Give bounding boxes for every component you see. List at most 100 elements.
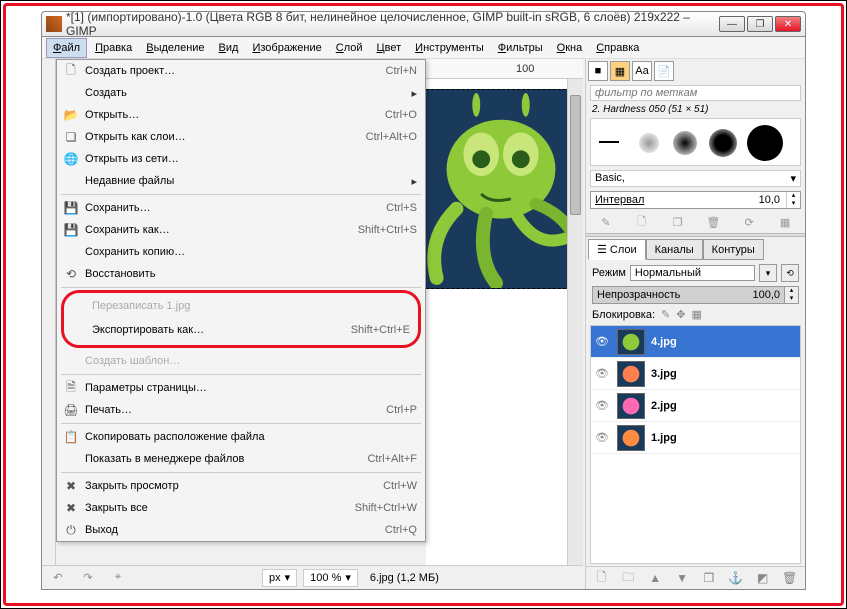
menu-copy-path[interactable]: 📋Скопировать расположение файла bbox=[57, 426, 425, 448]
duplicate-layer-icon[interactable]: ❐ bbox=[700, 570, 718, 586]
pointer-icon[interactable]: ⌖ bbox=[106, 569, 130, 587]
brush-group-select[interactable]: Basic,▾ bbox=[590, 170, 801, 187]
menu-overwrite[interactable]: Перезаписать 1.jpg bbox=[64, 295, 418, 317]
opacity-slider[interactable]: Непрозрачность 100,0 ▴▾ bbox=[592, 286, 799, 304]
app-logo-icon bbox=[46, 16, 62, 32]
layer-thumbnail bbox=[617, 425, 645, 451]
menu-filters[interactable]: Фильтры bbox=[492, 39, 549, 57]
menu-print[interactable]: 🖨Печать…Ctrl+P bbox=[57, 399, 425, 421]
file-menu-dropdown: 🗋Создать проект…Ctrl+N Создать▸ 📂Открыть… bbox=[56, 59, 426, 542]
power-icon: ⏻ bbox=[61, 522, 81, 538]
layer-thumbnail bbox=[617, 393, 645, 419]
undo-history-icon[interactable]: ↶ bbox=[46, 569, 70, 587]
menu-help[interactable]: Справка bbox=[590, 39, 645, 57]
layer-item[interactable]: 👁 4.jpg bbox=[591, 326, 800, 358]
mode-dropdown-button[interactable]: ▾ bbox=[759, 264, 777, 282]
ruler-horizontal: 100 200 bbox=[426, 59, 583, 79]
font-tab-icon[interactable]: Aa bbox=[632, 61, 652, 81]
delete-brush-icon[interactable]: 🗑 bbox=[703, 213, 723, 231]
layer-item[interactable]: 👁 2.jpg bbox=[591, 390, 800, 422]
menu-file[interactable]: Файл bbox=[46, 38, 87, 58]
duplicate-brush-icon[interactable]: ❐ bbox=[668, 213, 688, 231]
close-button[interactable]: ✕ bbox=[775, 16, 801, 32]
tab-layers[interactable]: ☰Слои bbox=[588, 239, 646, 260]
mode-select[interactable]: Нормальный bbox=[630, 265, 755, 281]
brush-preview[interactable] bbox=[590, 118, 801, 166]
menu-close-view[interactable]: ✖Закрыть просмотрCtrl+W bbox=[57, 475, 425, 497]
visibility-icon[interactable]: 👁 bbox=[595, 399, 611, 412]
layer-item[interactable]: 👁 1.jpg bbox=[591, 422, 800, 454]
menu-show-in-fm[interactable]: Показать в менеджере файловCtrl+Alt+F bbox=[57, 448, 425, 470]
gradient-tab-icon[interactable]: ▦ bbox=[610, 61, 630, 81]
refresh-brush-icon[interactable]: ⟳ bbox=[739, 213, 759, 231]
scrollbar-thumb[interactable] bbox=[570, 95, 581, 215]
filter-input[interactable] bbox=[590, 85, 801, 101]
canvas-image[interactable] bbox=[426, 89, 583, 289]
menu-quit[interactable]: ⏻ВыходCtrl+Q bbox=[57, 519, 425, 541]
menu-create-project[interactable]: 🗋Создать проект…Ctrl+N bbox=[57, 60, 425, 82]
menu-page-setup[interactable]: 🗎Параметры страницы… bbox=[57, 377, 425, 399]
new-layer-icon[interactable]: 🗋 bbox=[592, 570, 610, 586]
menu-color[interactable]: Цвет bbox=[371, 39, 408, 57]
brush-tab-icon[interactable]: ■ bbox=[588, 61, 608, 81]
layer-name: 4.jpg bbox=[651, 336, 677, 348]
menu-tools[interactable]: Инструменты bbox=[409, 39, 490, 57]
menu-select[interactable]: Выделение bbox=[140, 39, 210, 57]
lock-move-icon[interactable]: ✥ bbox=[676, 308, 685, 321]
menu-create-template[interactable]: Создать шаблон… bbox=[57, 350, 425, 372]
interval-slider[interactable]: Интервал 10,0 ▴▾ bbox=[590, 191, 801, 209]
mask-layer-icon[interactable]: ◩ bbox=[754, 570, 772, 586]
status-bar: ↶ ↷ ⌖ px▾ 100 %▾ 6.jpg (1,2 МБ) bbox=[42, 565, 583, 589]
merge-layer-icon[interactable]: ⚓ bbox=[727, 570, 745, 586]
menu-view[interactable]: Вид bbox=[213, 39, 245, 57]
globe-icon: 🌐 bbox=[61, 151, 81, 167]
layer-item[interactable]: 👁 3.jpg bbox=[591, 358, 800, 390]
menu-windows[interactable]: Окна bbox=[551, 39, 589, 57]
close-all-icon: ✖ bbox=[61, 500, 81, 516]
mode-reset-button[interactable]: ⟲ bbox=[781, 264, 799, 282]
layers-icon: ❏ bbox=[61, 129, 81, 145]
zoom-select[interactable]: 100 %▾ bbox=[303, 569, 358, 587]
new-group-icon[interactable]: 🗀 bbox=[619, 570, 637, 586]
window-title: *[1] (импортировано)-1.0 (Цвета RGB 8 би… bbox=[66, 10, 719, 38]
tab-channels[interactable]: Каналы bbox=[646, 239, 703, 260]
menu-open-from-net[interactable]: 🌐Открыть из сети… bbox=[57, 148, 425, 170]
lock-alpha-icon[interactable]: ▦ bbox=[691, 308, 701, 321]
visibility-icon[interactable]: 👁 bbox=[595, 367, 611, 380]
lower-layer-icon[interactable]: ▼ bbox=[673, 570, 691, 586]
mode-label: Режим bbox=[592, 267, 626, 279]
menu-save-copy[interactable]: Сохранить копию… bbox=[57, 241, 425, 263]
menu-layer[interactable]: Слой bbox=[330, 39, 369, 57]
tab-paths[interactable]: Контуры bbox=[703, 239, 764, 260]
menu-export-as[interactable]: Экспортировать как…Shift+Ctrl+E bbox=[64, 319, 418, 341]
menu-open[interactable]: 📂Открыть…Ctrl+O bbox=[57, 104, 425, 126]
maximize-button[interactable]: ❐ bbox=[747, 16, 773, 32]
open-as-image-icon[interactable]: ▦ bbox=[775, 213, 795, 231]
visibility-icon[interactable]: 👁 bbox=[595, 335, 611, 348]
history-tab-icon[interactable]: 📄 bbox=[654, 61, 674, 81]
menu-recent[interactable]: Недавние файлы▸ bbox=[57, 170, 425, 192]
menu-revert[interactable]: ⟲Восстановить bbox=[57, 263, 425, 285]
menu-save[interactable]: 💾Сохранить…Ctrl+S bbox=[57, 197, 425, 219]
layer-thumbnail bbox=[617, 361, 645, 387]
layers-icon: ☰ bbox=[597, 243, 607, 256]
menu-save-as[interactable]: 💾Сохранить как…Shift+Ctrl+S bbox=[57, 219, 425, 241]
lock-paint-icon[interactable]: ✎ bbox=[661, 308, 670, 321]
visibility-icon[interactable]: 👁 bbox=[595, 431, 611, 444]
edit-brush-icon[interactable]: ✎ bbox=[596, 213, 616, 231]
delete-layer-icon[interactable]: 🗑 bbox=[781, 570, 799, 586]
menu-open-as-layers[interactable]: ❏Открыть как слои…Ctrl+Alt+O bbox=[57, 126, 425, 148]
menu-create[interactable]: Создать▸ bbox=[57, 82, 425, 104]
menu-image[interactable]: Изображение bbox=[246, 39, 327, 57]
minimize-button[interactable]: — bbox=[719, 16, 745, 32]
redo-icon[interactable]: ↷ bbox=[76, 569, 100, 587]
canvas-viewport[interactable] bbox=[426, 79, 583, 565]
scrollbar-vertical[interactable] bbox=[567, 79, 583, 565]
raise-layer-icon[interactable]: ▲ bbox=[646, 570, 664, 586]
unit-select[interactable]: px▾ bbox=[262, 569, 297, 587]
new-icon: 🗋 bbox=[61, 63, 81, 79]
menu-close-all[interactable]: ✖Закрыть всеShift+Ctrl+W bbox=[57, 497, 425, 519]
menu-edit[interactable]: Правка bbox=[89, 39, 138, 57]
right-panel: ■ ▦ Aa 📄 2. Hardness 050 (51 × 51) Basic… bbox=[585, 59, 805, 589]
new-brush-icon[interactable]: 🗋 bbox=[632, 213, 652, 231]
